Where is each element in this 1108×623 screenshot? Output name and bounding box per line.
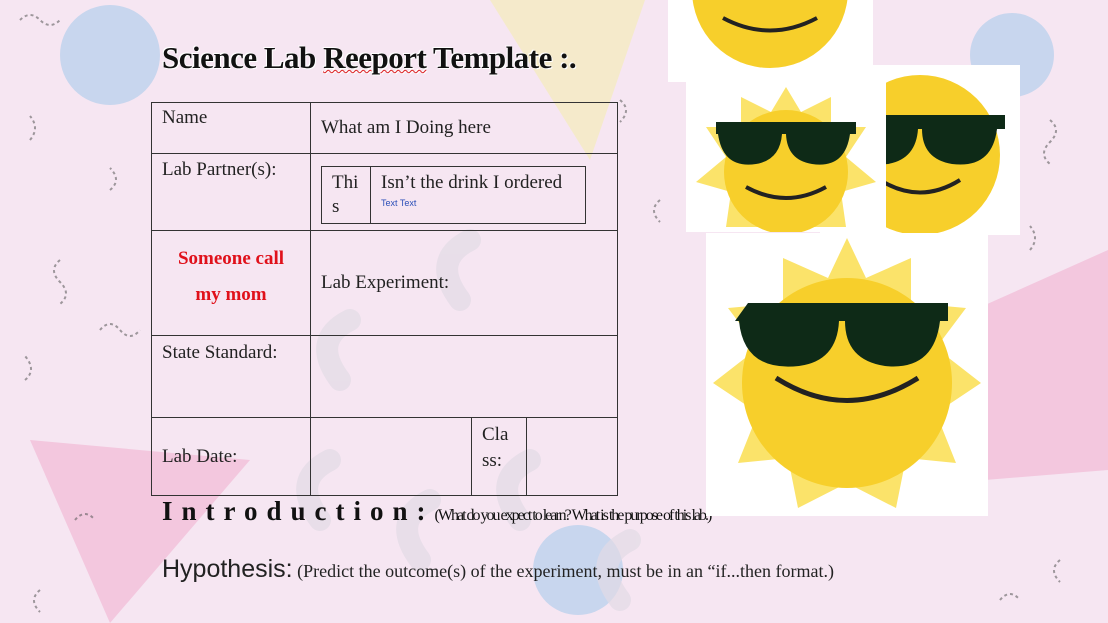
hypothesis-prompt: (Predict the outcome(s) of the experimen… bbox=[297, 561, 834, 581]
lab-experiment-field[interactable]: Lab Experiment: bbox=[310, 230, 618, 336]
lab-partners-field[interactable]: Thi s Isn’t the drink I ordered Text Tex… bbox=[310, 153, 618, 231]
red-note-line: my mom bbox=[195, 284, 267, 305]
lab-date-label: Lab Date: bbox=[151, 417, 311, 496]
page-title: Science Lab Reeport Template :. bbox=[162, 40, 577, 75]
name-field[interactable]: What am I Doing here bbox=[310, 102, 618, 154]
lab-partners-label: Lab Partner(s): bbox=[151, 153, 311, 231]
introduction-heading: Introduction:(What do you expect to lear… bbox=[162, 496, 713, 526]
hypothesis-heading: Hypothesis: bbox=[162, 555, 293, 583]
pink-triangle bbox=[985, 250, 1108, 480]
hypothesis-section: Hypothesis: (Predict the outcome(s) of t… bbox=[162, 552, 962, 588]
sun-sticker[interactable] bbox=[686, 82, 886, 232]
class-label: Cla ss: bbox=[471, 417, 527, 496]
misspelled-word: Reeport bbox=[323, 40, 427, 75]
red-note: Someone call my mom bbox=[151, 230, 311, 336]
name-label: Name bbox=[151, 102, 311, 154]
partner-cell[interactable]: Thi s bbox=[321, 166, 371, 224]
partner-cell-text: Isn’t the drink I ordered bbox=[381, 172, 563, 193]
sun-with-sunglasses-icon bbox=[696, 87, 876, 232]
sun-sticker[interactable] bbox=[706, 233, 988, 516]
state-standard-label: State Standard: bbox=[151, 335, 311, 418]
lab-date-field[interactable] bbox=[310, 417, 472, 496]
state-standard-field[interactable] bbox=[310, 335, 618, 418]
partners-inner-table: Thi s Isn’t the drink I ordered Text Tex… bbox=[321, 166, 586, 224]
blue-circle bbox=[60, 5, 160, 105]
class-field[interactable] bbox=[526, 417, 618, 496]
introduction-prompt: (What do you expect to learn? What is th… bbox=[434, 507, 713, 524]
text-box-label[interactable]: Text Text bbox=[381, 199, 416, 208]
lab-report-table: Name What am I Doing here Lab Partner(s)… bbox=[151, 102, 618, 496]
red-note-line: Someone call bbox=[177, 248, 285, 269]
partner-cell[interactable]: Isn’t the drink I ordered Text Text bbox=[370, 166, 586, 224]
sun-with-sunglasses-icon bbox=[713, 238, 981, 508]
